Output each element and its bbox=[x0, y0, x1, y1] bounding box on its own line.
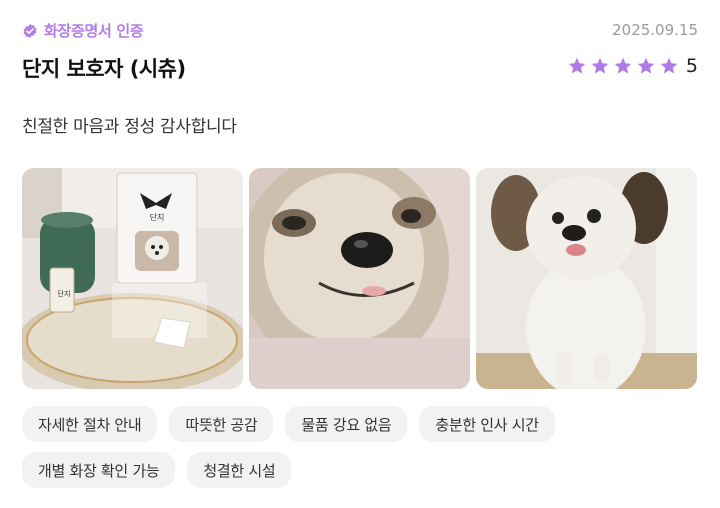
photo-dog-standing[interactable] bbox=[476, 168, 697, 389]
star-icon bbox=[591, 57, 609, 74]
tag-chip: 청결한 시설 bbox=[187, 452, 292, 488]
star-icon bbox=[614, 57, 632, 74]
photo-memorial-altar[interactable]: 단지 단지 bbox=[22, 168, 243, 389]
photo-dog-closeup[interactable] bbox=[249, 168, 470, 389]
verified-badge: 화장증명서 인증 bbox=[22, 20, 144, 41]
verified-check-icon bbox=[23, 23, 37, 38]
review-text: 친절한 마음과 정성 감사합니다 bbox=[22, 117, 237, 137]
memorial-tag-label: 단지 bbox=[58, 289, 71, 298]
star-icon bbox=[568, 57, 586, 74]
star-icon bbox=[637, 57, 655, 74]
star-rating: 5 bbox=[564, 55, 698, 77]
rating-value: 5 bbox=[685, 55, 698, 77]
star-icon bbox=[660, 57, 678, 74]
photo-gallery: 단지 단지 bbox=[22, 168, 697, 389]
tag-chip: 물품 강요 없음 bbox=[285, 406, 408, 442]
review-date: 2025.09.15 bbox=[612, 21, 698, 39]
tag-chip: 개별 화장 확인 가능 bbox=[22, 452, 176, 488]
verified-badge-label: 화장증명서 인증 bbox=[44, 22, 144, 40]
memorial-name-label: 단지 bbox=[150, 212, 165, 222]
tag-chip: 따뜻한 공감 bbox=[169, 406, 274, 442]
tag-chip: 충분한 인사 시간 bbox=[419, 406, 555, 442]
tag-chip: 자세한 절차 안내 bbox=[22, 406, 158, 442]
reviewer-title: 단지 보호자 (시츄) bbox=[22, 57, 186, 81]
review-tags: 자세한 절차 안내 따뜻한 공감 물품 강요 없음 충분한 인사 시간 개별 화… bbox=[22, 406, 702, 488]
